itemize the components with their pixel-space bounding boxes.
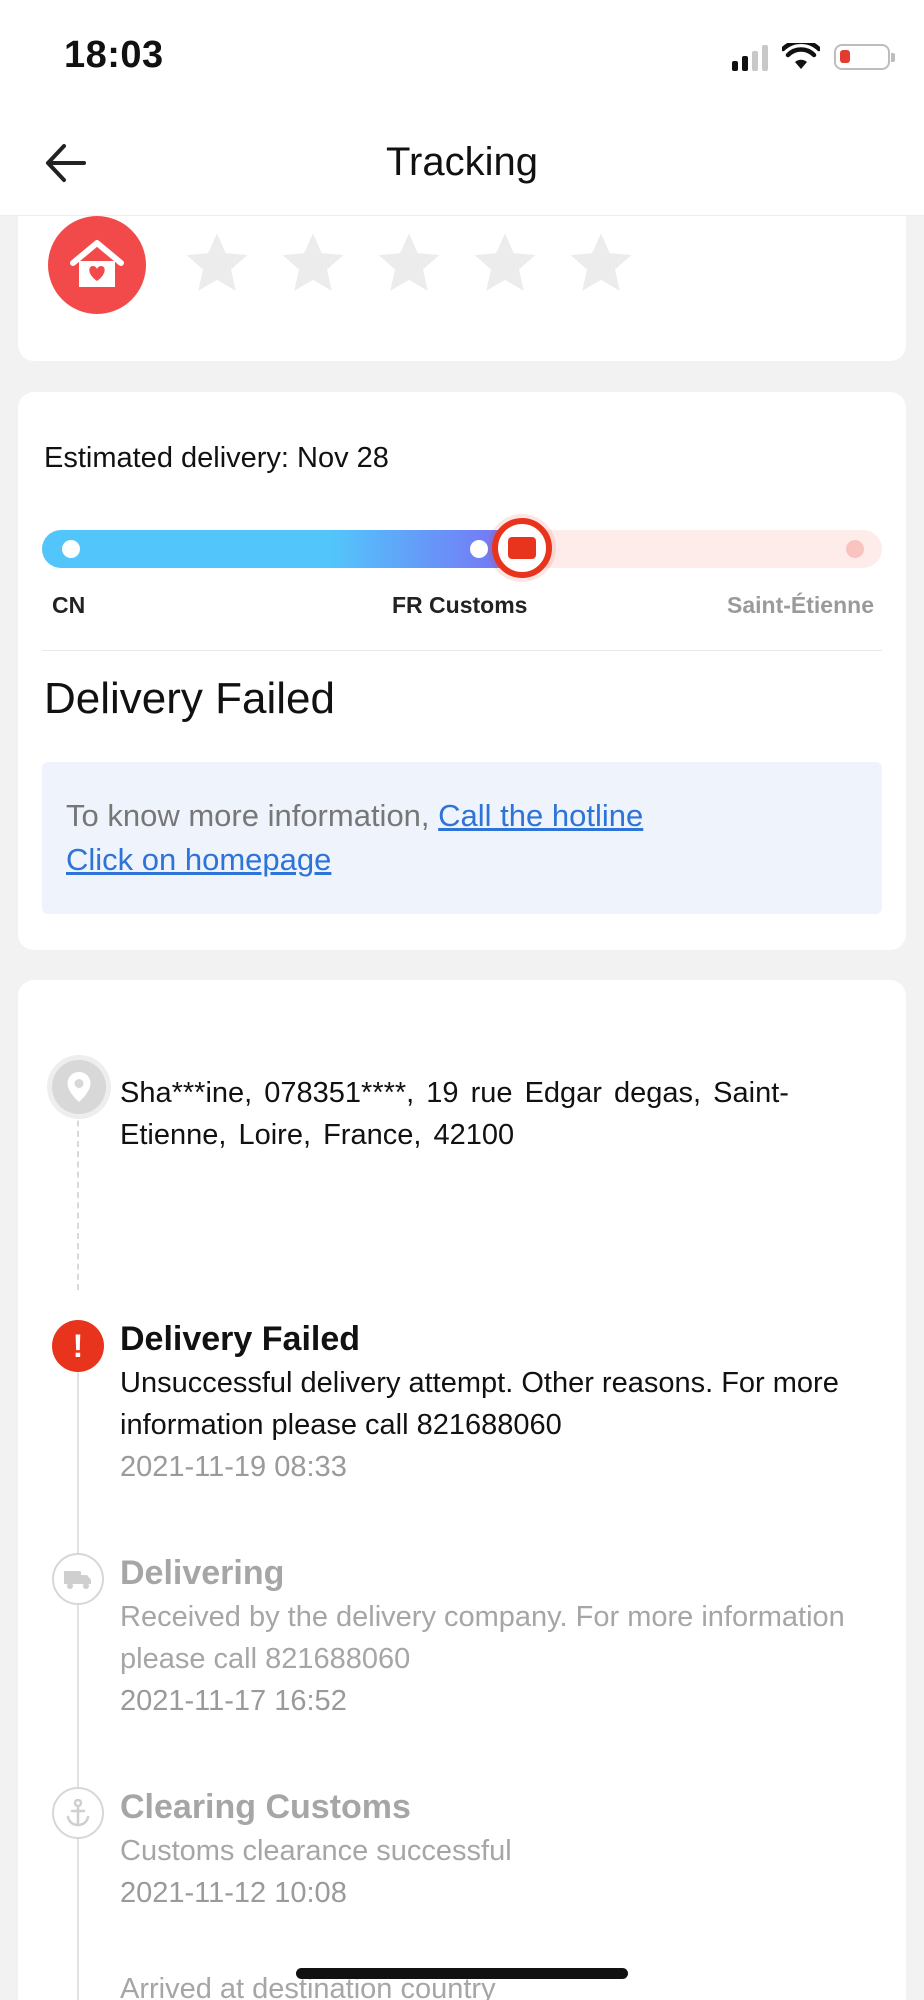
star-icon[interactable] xyxy=(374,228,444,298)
delivery-status-heading: Delivery Failed xyxy=(44,674,335,723)
homepage-link[interactable]: Click on homepage xyxy=(66,842,331,877)
timeline-connector xyxy=(77,1090,79,1290)
event-description: Received by the delivery company. For mo… xyxy=(120,1601,845,1675)
status-bar: 18:03 xyxy=(0,0,924,110)
event-time: 2021-11-12 10:08 xyxy=(120,1877,347,1909)
wifi-icon xyxy=(782,43,820,69)
package-icon xyxy=(508,537,536,559)
stop-label-destination: Saint-Étienne xyxy=(727,592,874,618)
delivery-progress-card: Estimated delivery: Nov 28 CN FR Customs… xyxy=(18,392,906,950)
event-title: Delivery Failed xyxy=(120,1320,361,1358)
home-indicator[interactable] xyxy=(296,1968,628,1979)
event-title: Delivering xyxy=(120,1554,285,1592)
exclamation-icon: ! xyxy=(52,1320,104,1372)
star-icon[interactable] xyxy=(278,228,348,298)
home-heart-icon xyxy=(48,216,146,314)
signal-icon xyxy=(732,43,768,71)
stop-label-customs: FR Customs xyxy=(392,592,528,618)
page-title: Tracking xyxy=(386,140,538,184)
event-title: Clearing Customs xyxy=(120,1788,411,1826)
status-icons xyxy=(732,40,895,74)
truck-icon xyxy=(52,1553,104,1605)
tracking-timeline-card: Sha***ine, 078351****, 19 rue Edgar dega… xyxy=(18,980,906,2000)
star-rating xyxy=(182,228,636,298)
event-time: 2021-11-19 08:33 xyxy=(120,1451,347,1483)
status-time: 18:03 xyxy=(64,34,164,76)
event-description: Unsuccessful delivery attempt. Other rea… xyxy=(120,1367,839,1441)
progress-track xyxy=(42,518,882,578)
stop-dot-destination xyxy=(846,540,864,558)
timeline-event: Delivering Received by the delivery comp… xyxy=(120,1550,900,1722)
anchor-icon xyxy=(52,1787,104,1839)
battery-low-icon xyxy=(834,44,895,70)
stop-label-origin: CN xyxy=(52,592,86,618)
star-icon[interactable] xyxy=(182,228,252,298)
estimated-delivery: Estimated delivery: Nov 28 xyxy=(44,442,389,474)
call-hotline-link[interactable]: Call the hotline xyxy=(438,798,643,833)
stop-dot-cn xyxy=(62,540,80,558)
nav-bar: Tracking xyxy=(0,110,924,216)
star-icon[interactable] xyxy=(566,228,636,298)
delivery-address: Sha***ine, 078351****, 19 rue Edgar dega… xyxy=(120,1077,789,1151)
event-time: 2021-11-17 16:52 xyxy=(120,1685,347,1717)
timeline-connector xyxy=(77,1340,79,2000)
info-text: To know more information, xyxy=(66,798,430,833)
rating-card xyxy=(18,216,906,361)
progress-track-fill xyxy=(42,530,522,568)
event-description: Customs clearance successful xyxy=(120,1835,512,1867)
divider xyxy=(42,650,882,651)
info-box: To know more information, Call the hotli… xyxy=(42,762,882,914)
current-location-marker xyxy=(492,518,552,578)
timeline-event: Clearing Customs Customs clearance succe… xyxy=(120,1784,900,1914)
timeline-event: Delivery Failed Unsuccessful delivery at… xyxy=(120,1316,900,1488)
star-icon[interactable] xyxy=(470,228,540,298)
location-pin-icon xyxy=(52,1060,106,1114)
stop-dot-fr-customs xyxy=(470,540,488,558)
